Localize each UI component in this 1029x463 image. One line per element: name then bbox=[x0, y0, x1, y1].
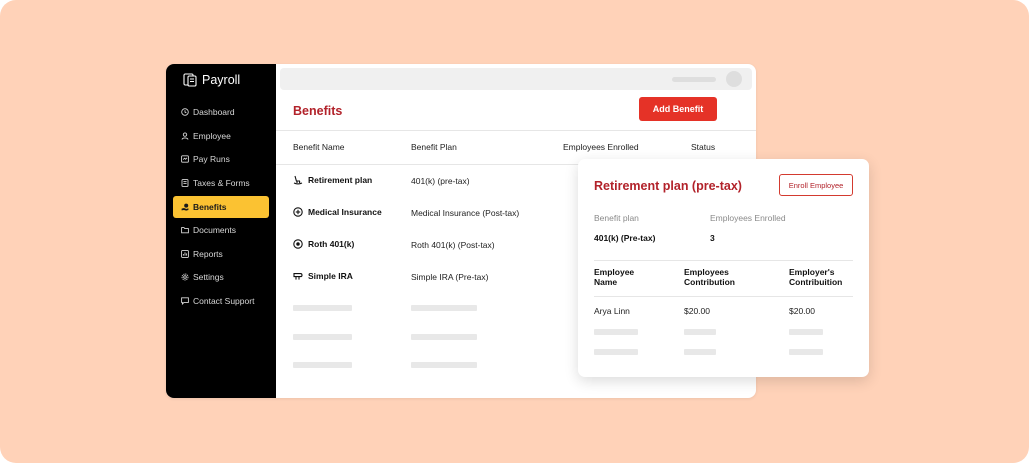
sidebar-item-label: Pay Runs bbox=[193, 154, 230, 164]
payrun-icon bbox=[181, 155, 189, 163]
skeleton-row bbox=[411, 334, 477, 340]
chat-icon bbox=[181, 297, 189, 305]
skeleton-row bbox=[293, 362, 352, 368]
benefit-name: Medical Insurance bbox=[308, 207, 382, 217]
column-header-benefit-name[interactable]: Benefit Name bbox=[293, 142, 345, 152]
sidebar-item-label: Employee bbox=[193, 131, 231, 141]
app-logo: Payroll bbox=[183, 72, 240, 88]
header-line: Employee bbox=[594, 267, 635, 277]
skeleton-row bbox=[411, 362, 477, 368]
add-benefit-button[interactable]: Add Benefit bbox=[639, 97, 717, 121]
sidebar-item-taxes-forms[interactable]: Taxes & Forms bbox=[173, 172, 269, 194]
rocking-chair-icon bbox=[293, 175, 303, 185]
sidebar: Payroll Dashboard Employee Pay Runs Taxe… bbox=[166, 64, 276, 398]
skeleton-row bbox=[684, 349, 716, 355]
benefit-name: Simple IRA bbox=[308, 271, 353, 281]
skeleton-row bbox=[789, 329, 823, 335]
benefit-name: Roth 401(k) bbox=[308, 239, 355, 249]
sidebar-item-label: Reports bbox=[193, 249, 223, 259]
sidebar-item-label: Benefits bbox=[193, 202, 227, 212]
payroll-logo-icon bbox=[183, 73, 197, 87]
sidebar-item-documents[interactable]: Documents bbox=[173, 219, 269, 241]
header-line: Employees bbox=[684, 267, 729, 277]
benefit-plan-value: 401(k) (Pre-tax) bbox=[594, 233, 656, 243]
top-bar bbox=[280, 68, 752, 90]
column-header-benefit-plan[interactable]: Benefit Plan bbox=[411, 142, 457, 152]
clock-icon bbox=[181, 108, 189, 116]
chart-icon bbox=[181, 250, 189, 258]
skeleton-row bbox=[594, 329, 638, 335]
benefit-plan-label: Benefit plan bbox=[594, 213, 639, 223]
divider bbox=[276, 130, 756, 131]
employer-contribution: $20.00 bbox=[789, 306, 815, 316]
sidebar-item-label: Documents bbox=[193, 225, 236, 235]
benefit-plan: Simple IRA (Pre-tax) bbox=[411, 272, 489, 282]
user-icon bbox=[181, 132, 189, 140]
skeleton-row bbox=[789, 349, 823, 355]
benefit-name-cell: Retirement plan bbox=[293, 175, 372, 185]
benefits-icon bbox=[181, 203, 189, 211]
skeleton-row bbox=[411, 305, 477, 311]
header-line: Name bbox=[594, 277, 618, 287]
page-title: Benefits bbox=[293, 104, 343, 118]
column-header-employers-contribution[interactable]: Employer's Contribuition bbox=[789, 267, 842, 287]
divider bbox=[594, 296, 853, 297]
target-icon bbox=[293, 239, 303, 249]
sidebar-item-employee[interactable]: Employee bbox=[173, 125, 269, 147]
employee-contribution: $20.00 bbox=[684, 306, 710, 316]
sidebar-item-label: Taxes & Forms bbox=[193, 178, 250, 188]
benefit-name: Retirement plan bbox=[308, 175, 373, 185]
sidebar-item-reports[interactable]: Reports bbox=[173, 243, 269, 265]
gear-icon bbox=[181, 273, 189, 281]
header-line: Contribution bbox=[684, 277, 735, 287]
sidebar-item-label: Settings bbox=[193, 272, 224, 282]
skeleton-row bbox=[594, 349, 638, 355]
sidebar-item-pay-runs[interactable]: Pay Runs bbox=[173, 148, 269, 170]
skeleton-row bbox=[684, 329, 716, 335]
column-header-status[interactable]: Status bbox=[691, 142, 715, 152]
employee-name: Arya Linn bbox=[594, 306, 630, 316]
column-header-employees-contribution[interactable]: Employees Contribution bbox=[684, 267, 735, 287]
divider bbox=[594, 260, 853, 261]
app-title: Payroll bbox=[202, 73, 241, 87]
benefit-plan: Medical Insurance (Post-tax) bbox=[411, 208, 520, 218]
employees-enrolled-label: Employees Enrolled bbox=[710, 213, 786, 223]
header-line: Employer's bbox=[789, 267, 835, 277]
skeleton-row bbox=[293, 305, 352, 311]
document-icon bbox=[181, 179, 189, 187]
enroll-employee-button[interactable]: Enroll Employee bbox=[779, 174, 853, 196]
column-header-employee-name[interactable]: Employee Name bbox=[594, 267, 634, 287]
sidebar-item-label: Contact Support bbox=[193, 296, 255, 306]
sidebar-item-label: Dashboard bbox=[193, 107, 235, 117]
sidebar-item-contact-support[interactable]: Contact Support bbox=[173, 290, 269, 312]
search-placeholder-bar bbox=[672, 77, 716, 82]
medical-plus-icon bbox=[293, 207, 303, 217]
column-header-employees-enrolled[interactable]: Employees Enrolled bbox=[563, 142, 639, 152]
piggy-icon bbox=[293, 273, 303, 280]
sidebar-item-settings[interactable]: Settings bbox=[173, 266, 269, 288]
benefit-name-cell: Medical Insurance bbox=[293, 207, 382, 217]
sidebar-item-dashboard[interactable]: Dashboard bbox=[173, 101, 269, 123]
skeleton-row bbox=[293, 334, 352, 340]
sidebar-item-benefits[interactable]: Benefits bbox=[173, 196, 269, 218]
benefit-plan: 401(k) (pre-tax) bbox=[411, 176, 470, 186]
benefit-plan: Roth 401(k) (Post-tax) bbox=[411, 240, 495, 250]
benefit-name-cell: Simple IRA bbox=[293, 271, 353, 281]
employees-enrolled-value: 3 bbox=[710, 233, 715, 243]
detail-title: Retirement plan (pre-tax) bbox=[594, 179, 742, 193]
benefit-name-cell: Roth 401(k) bbox=[293, 239, 354, 249]
header-line: Contribuition bbox=[789, 277, 843, 287]
folder-icon bbox=[181, 227, 189, 234]
avatar[interactable] bbox=[726, 71, 742, 87]
benefit-detail-card: Retirement plan (pre-tax) Enroll Employe… bbox=[578, 159, 869, 377]
